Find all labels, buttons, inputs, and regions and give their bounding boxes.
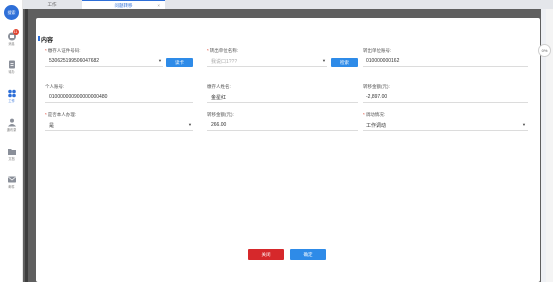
form-card: 内容 *缴存人证件号码: 530625199506047682 ▼ 读卡 *转出… [36,18,540,282]
transfer-reason-label-text: 调动情况: [365,112,386,117]
unit-account-underline [363,66,528,67]
id-card-label-text: 缴存人证件号码: [47,48,81,53]
unit-account-label: 转出单位账号: [363,48,392,53]
sidebar-item-todo[interactable]: 待办 [0,60,23,80]
tab-transfer[interactable]: 问题转移 × [82,0,165,9]
section-title: 内容 [37,35,53,44]
mail-icon [7,175,17,184]
is-self-underline [45,130,193,131]
id-card-underline [45,66,163,67]
sidebar-item-docs[interactable]: 文档 [0,147,23,167]
unit-name-label-text: 转出单位名称: [209,48,239,53]
frame-scroll-track[interactable] [25,9,28,282]
sidebar-item-label: 通讯录 [6,128,17,132]
sidebar-item-label: 待办 [8,70,15,74]
chevron-down-icon[interactable]: ▼ [188,123,193,127]
personal-account-label: 个人账号: [45,84,65,89]
chevron-down-icon[interactable]: ▼ [522,123,527,127]
chevron-down-icon[interactable]: ▼ [158,59,163,63]
balance-label: 转移金额(元): [207,112,234,117]
required-mark: * [207,48,209,53]
tab-label: 问题转移 [114,3,133,8]
confirm-button[interactable]: 确定 [290,249,326,260]
transfer-reason-label: *调动情况: [363,112,385,118]
unread-badge: 11 [12,29,19,35]
transfer-amount-underline [363,102,528,103]
collapse-toggle[interactable]: 0% [538,44,551,57]
chevron-down-icon[interactable]: ▼ [322,59,327,63]
sidebar-item-messages[interactable]: 11 消息 [0,29,23,52]
sidebar-item-contacts[interactable]: 通讯录 [0,118,23,138]
tab-bar: 工作 问题转移 × [23,0,553,9]
sidebar-item-label: 文档 [8,157,15,161]
unit-account-value: 010000000162 [366,58,400,64]
balance-value: 266.00 [211,122,227,128]
sidebar-item-label: 邮件 [8,185,15,189]
is-self-select[interactable]: 是 [49,122,54,129]
required-mark: * [363,112,365,117]
transfer-reason-select[interactable]: 工作调动 [366,122,386,129]
unit-name-label: *转出单位名称: [207,48,238,54]
unit-name-underline [207,66,327,67]
balance-underline [207,130,358,131]
apps-grid-icon [7,89,17,98]
read-card-button[interactable]: 读卡 [166,58,193,67]
unit-name-input[interactable]: 我说口1??? [211,58,237,65]
id-card-label: *缴存人证件号码: [45,48,81,54]
is-self-label-text: 是否本人办理: [47,112,77,117]
app-logo[interactable]: 搜索 [4,5,19,20]
folder-icon [7,147,17,156]
transfer-amount-value: -2,897.00 [366,94,388,100]
person-name-underline [207,102,358,103]
personal-account-value: 010000000900000000480 [49,94,108,100]
sidebar-item-label: 工作 [8,99,15,103]
tab-label: 工作 [47,2,57,7]
close-button[interactable]: 关闭 [248,249,284,260]
transfer-reason-underline [363,130,528,131]
person-name-value: 金星红 [211,95,227,101]
message-icon: 11 [7,29,19,41]
transfer-amount-label: 转移金额(元): [363,84,390,89]
personal-account-underline [45,102,193,103]
required-mark: * [45,48,47,53]
required-mark: * [45,112,47,117]
search-button[interactable]: 检索 [331,58,358,67]
tab-work[interactable]: 工作 [29,0,75,9]
clipboard-icon [7,60,17,69]
sidebar-item-label: 消息 [8,42,15,46]
is-self-label: *是否本人办理: [45,112,76,118]
id-card-input[interactable]: 530625199506047682 [49,58,99,64]
person-name-label: 缴存人姓名: [207,84,231,89]
left-sidebar: 搜索 11 消息 待办 工作 通讯录 文档 邮件 [0,0,23,282]
sidebar-item-mail[interactable]: 邮件 [0,175,23,195]
sidebar-item-work[interactable]: 工作 [0,89,23,109]
contacts-icon [7,118,17,127]
